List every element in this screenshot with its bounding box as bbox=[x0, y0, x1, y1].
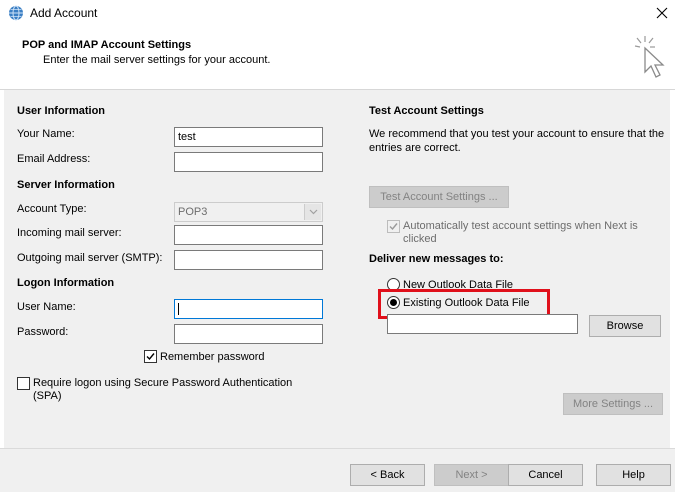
browse-button[interactable]: Browse bbox=[589, 315, 661, 337]
checkmark-icon bbox=[146, 353, 155, 361]
incoming-server-input[interactable] bbox=[174, 225, 323, 245]
email-input[interactable] bbox=[174, 152, 323, 172]
your-name-input[interactable]: test bbox=[174, 127, 323, 147]
auto-test-checkbox[interactable] bbox=[387, 220, 400, 233]
account-type-label: Account Type: bbox=[17, 203, 87, 215]
outlook-globe-icon bbox=[8, 5, 24, 21]
existing-data-file-radio[interactable] bbox=[387, 296, 400, 309]
close-icon[interactable] bbox=[651, 2, 673, 24]
account-type-value: POP3 bbox=[178, 206, 208, 218]
checkmark-icon bbox=[389, 223, 398, 231]
user-info-heading: User Information bbox=[17, 105, 106, 117]
account-type-select[interactable]: POP3 bbox=[174, 202, 323, 222]
test-account-settings-button[interactable]: Test Account Settings ... bbox=[369, 186, 509, 208]
back-button[interactable]: < Back bbox=[350, 464, 425, 486]
cancel-button[interactable]: Cancel bbox=[508, 464, 583, 486]
text-caret bbox=[178, 303, 179, 316]
title-bar: Add Account bbox=[0, 0, 675, 28]
password-input[interactable] bbox=[174, 324, 323, 344]
email-label: Email Address: bbox=[17, 153, 91, 165]
spa-label[interactable]: Require logon using Secure Password Auth… bbox=[33, 377, 323, 403]
existing-data-file-label[interactable]: Existing Outlook Data File bbox=[403, 297, 530, 309]
window-title: Add Account bbox=[30, 6, 98, 20]
page-title: POP and IMAP Account Settings bbox=[22, 39, 192, 51]
spa-checkbox[interactable] bbox=[17, 377, 30, 390]
deliver-heading: Deliver new messages to: bbox=[369, 253, 504, 265]
test-settings-description: We recommend that you test your account … bbox=[369, 128, 665, 154]
radio-selected-dot bbox=[390, 299, 397, 306]
username-label: User Name: bbox=[17, 301, 76, 313]
logon-info-heading: Logon Information bbox=[17, 277, 115, 289]
page-subtitle: Enter the mail server settings for your … bbox=[43, 54, 271, 66]
incoming-server-label: Incoming mail server: bbox=[17, 227, 122, 239]
more-settings-button[interactable]: More Settings ... bbox=[563, 393, 663, 415]
outgoing-server-label: Outgoing mail server (SMTP): bbox=[17, 252, 163, 264]
test-settings-heading: Test Account Settings bbox=[369, 105, 484, 117]
username-input[interactable] bbox=[174, 299, 323, 319]
help-button[interactable]: Help bbox=[596, 464, 671, 486]
auto-test-label[interactable]: Automatically test account settings when… bbox=[403, 220, 653, 246]
password-label: Password: bbox=[17, 326, 69, 338]
next-button[interactable]: Next > bbox=[434, 464, 509, 486]
outgoing-server-input[interactable] bbox=[174, 250, 323, 270]
data-file-path-input[interactable] bbox=[387, 314, 578, 334]
remember-password-label[interactable]: Remember password bbox=[160, 351, 265, 363]
chevron-down-icon bbox=[304, 204, 321, 220]
your-name-label: Your Name: bbox=[17, 128, 75, 140]
remember-password-checkbox[interactable] bbox=[144, 350, 157, 363]
server-info-heading: Server Information bbox=[17, 179, 115, 191]
wizard-cursor-icon bbox=[631, 34, 669, 80]
